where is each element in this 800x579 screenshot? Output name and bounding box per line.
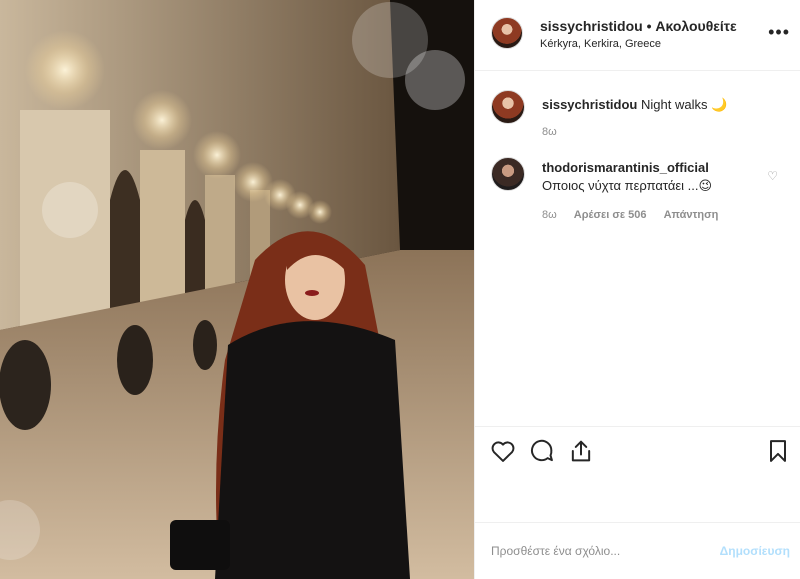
bookmark-icon[interactable] xyxy=(764,437,792,465)
comment-likes-count[interactable]: Αρέσει σε 506 xyxy=(574,209,647,221)
caption-time[interactable]: 8ω xyxy=(542,126,557,138)
post-photo[interactable] xyxy=(0,0,474,579)
author-avatar[interactable] xyxy=(491,17,523,49)
caption-meta: 8ω xyxy=(542,126,571,138)
commenter-username[interactable]: thodorismarantinis_official xyxy=(542,159,772,177)
post-actions-bar xyxy=(475,426,800,477)
separator-dot: • xyxy=(646,18,652,34)
post-header: sissychristidou • Ακολουθείτε Kérkyra, K… xyxy=(475,0,800,71)
caption-avatar[interactable] xyxy=(491,90,525,124)
caption-username[interactable]: sissychristidou xyxy=(542,97,637,112)
follow-status[interactable]: Ακολουθείτε xyxy=(655,18,736,34)
post-details-panel: sissychristidou • Ακολουθείτε Kérkyra, K… xyxy=(474,0,800,579)
comment-time[interactable]: 8ω xyxy=(542,209,557,221)
heart-icon[interactable] xyxy=(489,437,517,465)
comment-icon[interactable] xyxy=(528,437,556,465)
post-comment-button[interactable]: Δημοσίευση xyxy=(720,544,790,558)
commenter-avatar[interactable] xyxy=(491,157,525,191)
caption-text-line: sissychristidou Night walks 🌙 xyxy=(542,96,772,114)
author-username[interactable]: sissychristidou xyxy=(540,18,643,34)
post-location[interactable]: Kérkyra, Kerkira, Greece xyxy=(540,38,661,50)
caption: sissychristidou Night walks 🌙 8ω xyxy=(491,90,784,140)
comment-item: thodorismarantinis_official Οποιος νύχτα… xyxy=(491,157,784,227)
comment-like-heart-icon[interactable]: ♡ xyxy=(767,169,778,183)
comment-reply-button[interactable]: Απάντηση xyxy=(664,209,719,221)
comment-meta: 8ω Αρέσει σε 506 Απάντηση xyxy=(542,209,732,221)
author-line: sissychristidou • Ακολουθείτε xyxy=(540,18,737,34)
add-comment-input[interactable]: Προσθέστε ένα σχόλιο... xyxy=(491,544,620,558)
comment-text-block: thodorismarantinis_official Οποιος νύχτα… xyxy=(542,159,772,195)
caption-text: Night walks 🌙 xyxy=(641,97,728,112)
add-comment-bar: Προσθέστε ένα σχόλιο... Δημοσίευση xyxy=(475,522,800,579)
share-icon[interactable] xyxy=(567,437,595,465)
comment-text: Οποιος νύχτα περπατάει ...😉 xyxy=(542,178,713,193)
more-dots-icon[interactable]: ••• xyxy=(768,22,790,43)
photo-illustration xyxy=(0,0,474,579)
